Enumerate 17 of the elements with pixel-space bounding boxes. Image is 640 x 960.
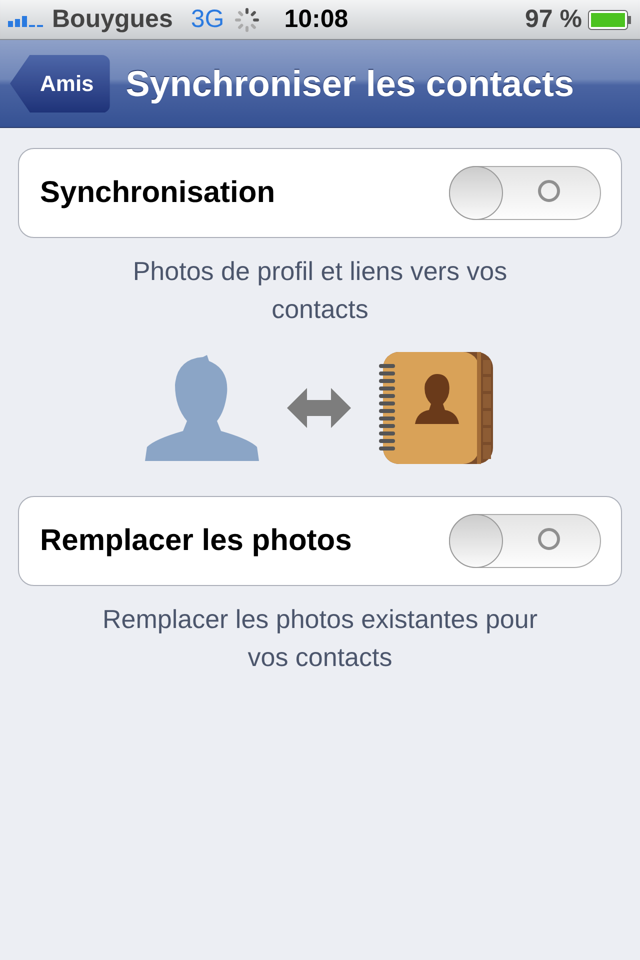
carrier-name: Bouygues xyxy=(52,5,173,34)
setting-description: Remplacer les photos existantes pour vos contacts xyxy=(101,603,538,674)
screen-title: Synchroniser les contacts xyxy=(126,62,574,104)
activity-spinner-icon xyxy=(234,6,260,32)
setting-description: Photos de profil et liens vers vos contacts xyxy=(132,255,508,326)
setting-label: Remplacer les photos xyxy=(40,524,352,558)
person-silhouette-icon xyxy=(145,355,259,461)
address-book-icon xyxy=(379,350,495,466)
network-type: 3G xyxy=(190,5,224,34)
setting-label: Synchronisation xyxy=(40,176,276,210)
battery-icon xyxy=(588,10,632,30)
back-button[interactable]: Amis xyxy=(10,54,110,112)
double-arrow-icon xyxy=(287,388,351,428)
toggle-switch[interactable] xyxy=(449,514,601,568)
toggle-switch[interactable] xyxy=(449,166,601,220)
battery-percentage: 97 % xyxy=(525,5,582,34)
clock-time: 10:08 xyxy=(284,5,348,34)
